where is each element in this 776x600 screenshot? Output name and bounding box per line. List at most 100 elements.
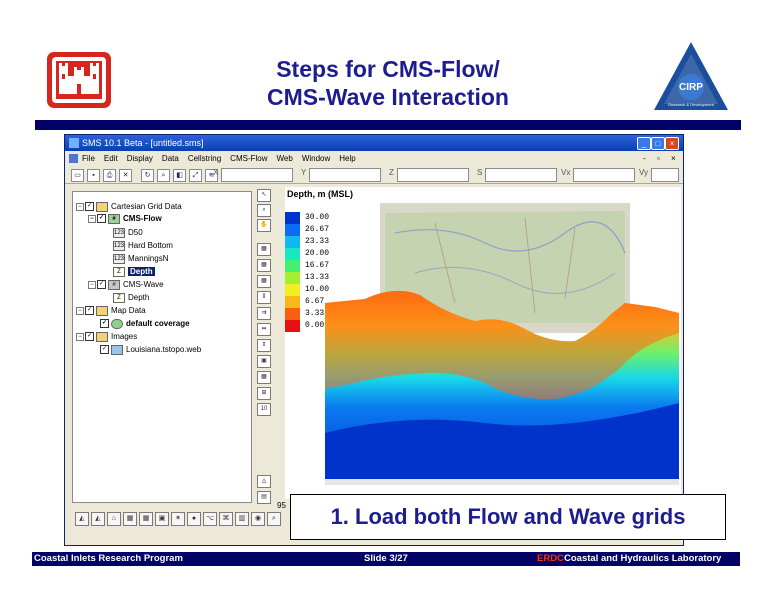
menu-cellstring[interactable]: Cellstring [188, 154, 221, 163]
merge-rows-icon[interactable]: ⇕ [257, 339, 271, 352]
tree-item-depth-flow[interactable]: Z Depth [113, 266, 155, 277]
refresh-icon[interactable]: ↻ [141, 169, 154, 182]
print-icon[interactable]: ⎙ [103, 169, 116, 182]
collapse-icon[interactable]: − [88, 214, 96, 223]
collapse-icon[interactable]: − [76, 332, 84, 341]
tree-item-label: CMS-Flow [123, 214, 162, 223]
menu-file[interactable]: File [82, 154, 95, 163]
raster-module-icon[interactable]: ▣ [155, 512, 169, 526]
zoom-tool-icon[interactable]: ⌕ [257, 204, 271, 217]
checkbox[interactable]: ✓ [100, 345, 109, 355]
map-module-icon[interactable]: ⌥ [203, 512, 217, 526]
select-cell-icon[interactable]: ▦ [257, 243, 271, 256]
menu-web[interactable]: Web [277, 154, 293, 163]
observation-icon[interactable]: ◬ [257, 475, 271, 488]
tree-item-cartesian-grid-data[interactable]: − ✓ Cartesian Grid Data [76, 201, 182, 212]
select-column-icon[interactable]: ▦ [257, 275, 271, 288]
z-dataset-icon: Z [113, 266, 125, 277]
close-button[interactable]: × [665, 137, 679, 150]
x-coord-field[interactable] [221, 168, 293, 182]
checkbox[interactable]: ✓ [97, 280, 106, 290]
menu-data[interactable]: Data [162, 154, 179, 163]
cms-grid-icon[interactable]: ▦ [139, 512, 153, 526]
doc-restore-button[interactable]: ▫ [657, 151, 660, 166]
globe-icon[interactable]: ● [187, 512, 201, 526]
checkbox[interactable]: ✓ [97, 214, 106, 224]
menu-window[interactable]: Window [302, 154, 330, 163]
pan-tool-icon[interactable]: ✋ [257, 219, 271, 232]
tree-item-cms-wave[interactable]: − ✓ # CMS-Wave [88, 279, 164, 290]
cell-edit-icon[interactable]: ⊞ [257, 387, 271, 400]
zoom-icon[interactable]: ⌕ [157, 169, 170, 182]
doc-close-button[interactable]: × [671, 151, 676, 166]
grid-module-icon[interactable]: ◭ [91, 512, 105, 526]
header-divider [35, 120, 741, 130]
menu-help[interactable]: Help [339, 154, 355, 163]
tree-item-images[interactable]: − ✓ Images [76, 331, 137, 342]
save-icon[interactable]: ▪ [87, 169, 100, 182]
menu-display[interactable]: Display [127, 154, 153, 163]
minimize-button[interactable]: _ [637, 137, 651, 150]
plot-icon[interactable]: ▤ [257, 491, 271, 504]
number-tool-icon[interactable]: 10 [257, 403, 271, 416]
z-coord-label: Z [389, 168, 394, 177]
tree-item-d50[interactable]: 123 D50 [113, 227, 143, 238]
select-tool-icon[interactable]: ↖ [257, 189, 271, 202]
zoom-module-icon[interactable]: ⌕ [267, 512, 281, 526]
checkbox[interactable]: ✓ [85, 306, 94, 316]
menu-edit[interactable]: Edit [104, 154, 118, 163]
particle-module-icon[interactable]: ✶ [171, 512, 185, 526]
frame-icon[interactable]: ⤢ [189, 169, 202, 182]
doc-minimize-button[interactable]: - [643, 151, 646, 166]
legend-swatch [285, 236, 300, 248]
tree-item-label: CMS-Wave [123, 280, 164, 289]
tree-item-label: Cartesian Grid Data [111, 202, 182, 211]
grid-frame-icon[interactable]: ▦ [257, 371, 271, 384]
legend-swatch [285, 296, 300, 308]
legend-value: 0.00 [305, 321, 325, 330]
split-column-icon[interactable]: ⫴ [257, 291, 271, 304]
tree-item-label: D50 [128, 228, 143, 237]
merge-columns-icon[interactable]: ⇹ [257, 323, 271, 336]
collapse-icon[interactable]: − [76, 202, 84, 211]
create-grid-icon[interactable]: ▣ [257, 355, 271, 368]
cartesian-module-icon[interactable]: ▦ [123, 512, 137, 526]
checkbox[interactable]: ✓ [85, 332, 94, 342]
tree-item-map-data[interactable]: − ✓ Map Data [76, 305, 146, 316]
tree-item-depth-wave[interactable]: Z Depth [113, 292, 149, 303]
legend-swatch [285, 212, 300, 224]
checkbox[interactable]: ✓ [100, 319, 109, 329]
z-coord-field[interactable] [397, 168, 469, 182]
doc-icon [69, 154, 78, 164]
menu-cms-flow[interactable]: CMS-Flow [230, 154, 267, 163]
delete-icon[interactable]: ✕ [119, 169, 132, 182]
collapse-icon[interactable]: − [88, 280, 96, 289]
vy-field[interactable] [651, 168, 679, 182]
tree-item-default-coverage[interactable]: ✓ default coverage [100, 318, 190, 329]
scatter-module-icon[interactable]: ⌂ [107, 512, 121, 526]
split-row-icon[interactable]: ⇉ [257, 307, 271, 320]
dataset-icon: 123 [113, 227, 125, 238]
open-icon[interactable]: ▭ [71, 169, 84, 182]
tree-item-hard-bottom[interactable]: 123 Hard Bottom [113, 240, 173, 251]
s-coord-field[interactable] [485, 168, 557, 182]
tree-item-cms-flow[interactable]: − ✓ # CMS-Flow [88, 213, 162, 224]
depth-map[interactable] [325, 203, 679, 485]
tree-item-manningsn[interactable]: 123 ManningsN [113, 253, 168, 264]
select-row-icon[interactable]: ▦ [257, 259, 271, 272]
collapse-icon[interactable]: − [76, 306, 84, 315]
step-callout: 1. Load both Flow and Wave grids [290, 494, 726, 540]
checkbox[interactable]: ✓ [85, 202, 94, 212]
module-toolbar: ◭ ◭ ⌂ ▦ ▦ ▣ ✶ ● ⌥ ⌘ ▥ ◉ ⌕ [69, 510, 281, 530]
image-module-icon[interactable]: ◉ [251, 512, 265, 526]
y-coord-field[interactable] [309, 168, 381, 182]
mesh-module-icon[interactable]: ◭ [75, 512, 89, 526]
chart-module-icon[interactable]: ▥ [235, 512, 249, 526]
vx-field[interactable] [573, 168, 635, 182]
display-options-icon[interactable]: ◧ [173, 169, 186, 182]
legend-title: Depth, m (MSL) [287, 189, 353, 199]
graphics-window[interactable]: Depth, m (MSL) 30.00 26.67 23.33 20.00 1… [285, 187, 681, 499]
maximize-button[interactable]: □ [651, 137, 665, 150]
tree-item-louisiana-image[interactable]: ✓ Louisiana.tstopo.web [100, 344, 201, 355]
gis-module-icon[interactable]: ⌘ [219, 512, 233, 526]
